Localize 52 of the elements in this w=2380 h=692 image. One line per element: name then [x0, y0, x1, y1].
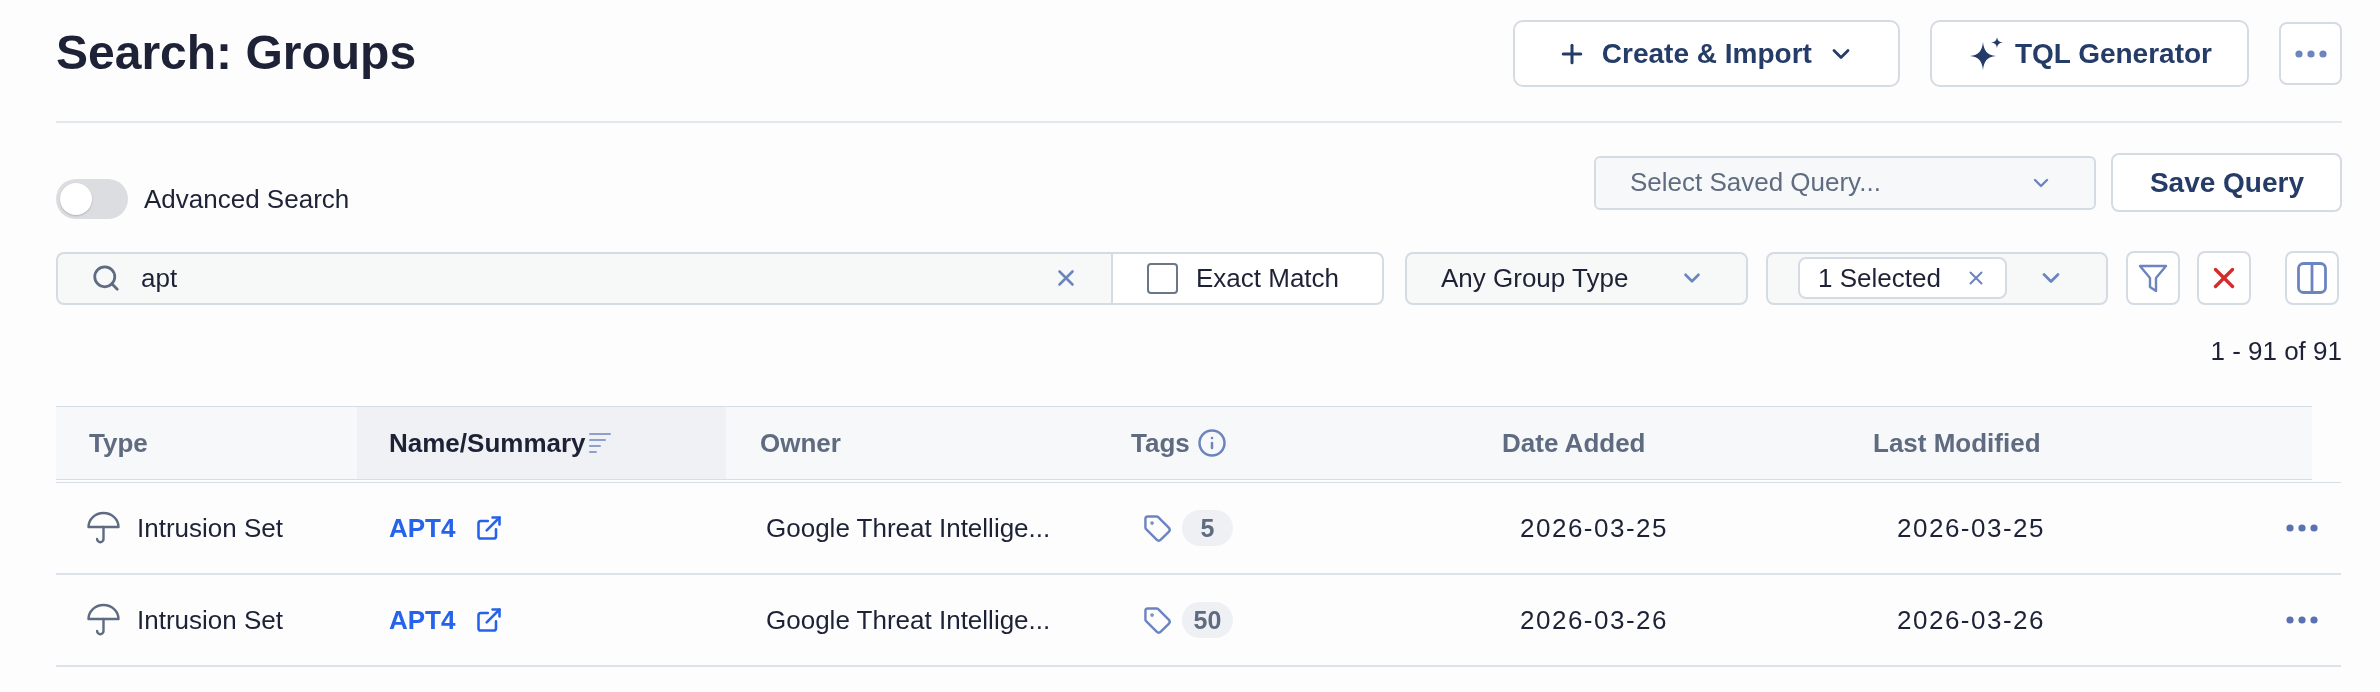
- group-name-link[interactable]: APT4: [389, 512, 456, 544]
- save-query-button[interactable]: Save Query: [2110, 153, 2342, 212]
- ellipsis-icon: [2294, 49, 2327, 58]
- type-label: Intrusion Set: [137, 512, 283, 544]
- column-header[interactable]: Tags: [1097, 407, 1468, 479]
- column-header[interactable]: Date Added: [1468, 407, 1839, 479]
- column-header[interactable]: Type: [56, 407, 357, 479]
- last-modified: 2026-03-25: [1897, 512, 2045, 544]
- external-link-icon[interactable]: [475, 514, 504, 542]
- selected-chip[interactable]: 1 Selected: [1798, 257, 2007, 299]
- filter-button[interactable]: [2126, 251, 2180, 305]
- tag-icon: [1143, 513, 1172, 543]
- columns-button[interactable]: [2285, 251, 2339, 305]
- ellipsis-icon[interactable]: [2286, 616, 2318, 624]
- filter-icon: [2138, 263, 2168, 293]
- owner-name: Google Threat Intellige...: [766, 512, 1051, 544]
- group-name-link[interactable]: APT4: [389, 604, 456, 636]
- external-link-icon[interactable]: [475, 606, 504, 634]
- ellipsis-icon[interactable]: [2286, 524, 2318, 532]
- tag-count-badge: 50: [1182, 602, 1233, 638]
- toggle-switch[interactable]: [56, 179, 128, 219]
- more-button[interactable]: [2279, 22, 2342, 85]
- tag-count-badge: 5: [1182, 510, 1233, 546]
- create-import-button[interactable]: Create & Import: [1512, 20, 1900, 87]
- search-icon: [91, 263, 121, 293]
- clear-filters-button[interactable]: [2197, 251, 2251, 305]
- umbrella-icon: [87, 511, 120, 545]
- sort-icon: [588, 431, 611, 455]
- column-header[interactable]: Owner: [726, 407, 1097, 479]
- type-label: Intrusion Set: [137, 604, 283, 636]
- umbrella-icon: [87, 603, 120, 637]
- toggle-label: Advanced Search: [144, 183, 350, 215]
- multi-select-field[interactable]: 1 Selected: [1766, 251, 2108, 305]
- checkbox[interactable]: [1147, 262, 1178, 294]
- tql-generator-button[interactable]: TQL Generator: [1929, 20, 2249, 87]
- exact-match-control[interactable]: Exact Match: [1113, 251, 1384, 305]
- date-added: 2026-03-25: [1520, 512, 1668, 544]
- tag-icon: [1143, 605, 1172, 635]
- info-icon[interactable]: [1196, 428, 1227, 458]
- result-count: 1 - 91 of 91: [2210, 336, 2342, 366]
- sparkle-icon: [1969, 37, 2003, 70]
- column-header[interactable]: Last Modified: [1839, 407, 2212, 479]
- date-added: 2026-03-26: [1520, 604, 1668, 636]
- checkbox-label: Exact Match: [1196, 262, 1340, 294]
- column-header[interactable]: Name/Summary: [357, 407, 726, 479]
- columns-icon: [2297, 262, 2327, 294]
- owner-name: Google Threat Intellige...: [766, 604, 1051, 636]
- group-type-select[interactable]: Any Group Type: [1405, 251, 1748, 305]
- last-modified: 2026-03-26: [1897, 604, 2045, 636]
- search-field[interactable]: apt: [56, 251, 1113, 305]
- page-title: Search: Groups: [56, 27, 417, 80]
- saved-query-select[interactable]: Select Saved Query...: [1593, 155, 2096, 210]
